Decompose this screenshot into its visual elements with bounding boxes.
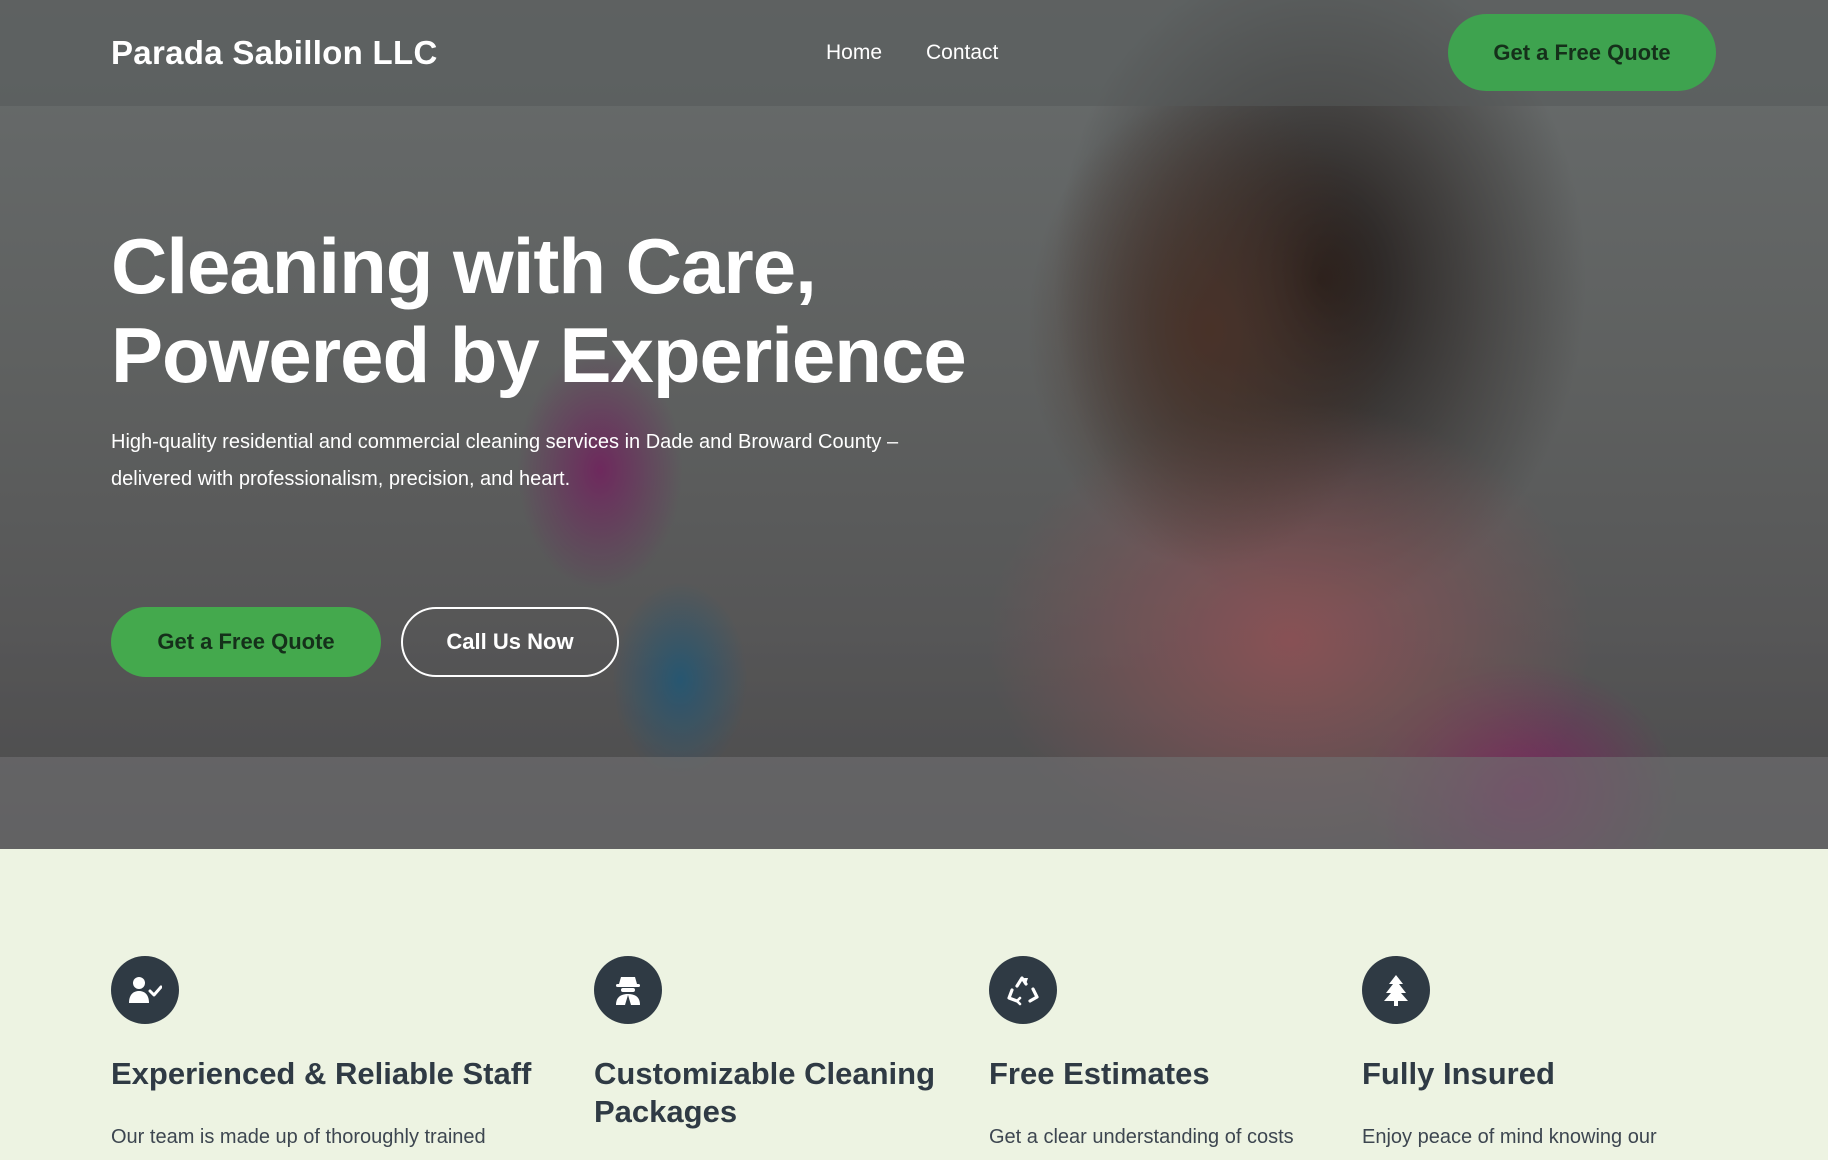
hero-headline-line2: Powered by Experience [111,311,967,399]
hero-countertop [0,757,1828,849]
user-check-icon [111,956,179,1024]
hero-headline: Cleaning with Care, Powered by Experienc… [111,222,967,400]
header-quote-button[interactable]: Get a Free Quote [1448,14,1716,91]
feature-description: Get a clear understanding of costs [989,1126,1294,1148]
feature-title: Experienced & Reliable Staff [111,1056,532,1091]
feature-description: Our team is made up of thoroughly traine… [111,1126,486,1148]
feature-title: Free Estimates [989,1056,1210,1091]
user-secret-icon [594,956,662,1024]
hero-section: Cleaning with Care, Powered by Experienc… [0,0,1828,849]
brand-logo[interactable]: Parada Sabillon LLC [111,34,438,72]
nav-contact-link[interactable]: Contact [926,41,998,65]
hero-headline-line1: Cleaning with Care, [111,222,817,310]
features-section: Experienced & Reliable Staff Our team is… [0,849,1828,1160]
recycle-icon [989,956,1057,1024]
get-free-quote-button[interactable]: Get a Free Quote [111,607,381,677]
feature-description: Enjoy peace of mind knowing our [1362,1126,1657,1148]
tree-icon [1362,956,1430,1024]
feature-title: Fully Insured [1362,1056,1555,1091]
nav-home-link[interactable]: Home [826,41,882,65]
hero-subtext: High-quality residential and commercial … [111,431,899,490]
call-us-now-button[interactable]: Call Us Now [401,607,619,677]
feature-title: Customizable Cleaning Packages [594,1056,936,1129]
site-header: Parada Sabillon LLC Home Contact Get a F… [0,0,1828,106]
